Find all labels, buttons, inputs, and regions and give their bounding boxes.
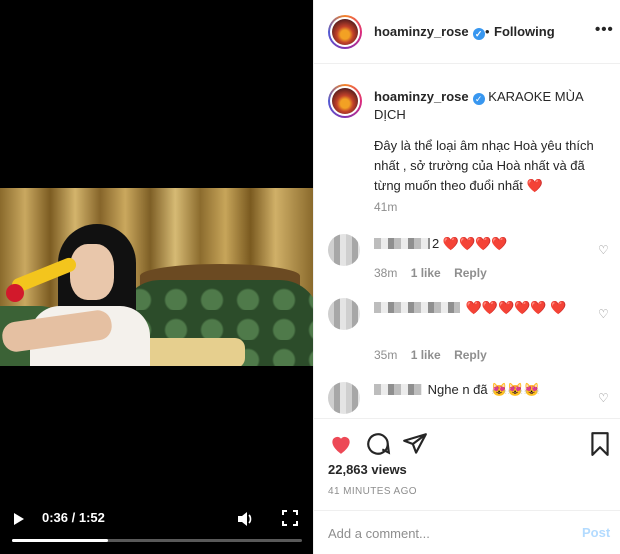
username-suffix: 2 [432,236,440,251]
header-username[interactable]: hoaminzy_rose ✓ [374,24,485,40]
video-player[interactable]: 0:36 / 1:52 [0,0,313,554]
post-timestamp[interactable]: 41 MINUTES AGO [328,486,417,497]
caption-time[interactable]: 41m [374,200,397,214]
verified-icon: ✓ [472,28,485,40]
share-send-icon[interactable] [402,431,428,457]
comment-time[interactable]: 38m [374,266,397,280]
comment-text: ❤️❤️❤️❤️❤️ ❤️ [374,298,589,318]
play-icon[interactable] [14,513,24,525]
caption-username[interactable]: hoaminzy_rose [374,89,469,104]
caption-body-text: Đây là thể loại âm nhạc Hoà yêu thích nh… [374,138,594,193]
comment-text: 2 ❤️❤️❤️❤️ [374,234,589,254]
like-heart-icon[interactable] [328,431,354,457]
comment-likes[interactable]: 1 like [411,348,441,362]
video-progress-fill [12,539,108,542]
heart-emoji: ❤️ [526,178,543,193]
comment-body: Nghe n đã 😻😻😻 [427,382,540,397]
comment-like-icon[interactable]: ♡ [598,392,610,404]
username-text[interactable]: hoaminzy_rose [374,24,469,39]
reply-button[interactable]: Reply [454,348,487,362]
save-bookmark-icon[interactable] [587,431,613,457]
more-options-icon[interactable]: ••• [595,21,614,38]
add-comment-input[interactable] [328,523,558,543]
separator-dot: • [485,24,490,39]
video-frame[interactable] [0,188,313,366]
comment-like-icon[interactable]: ♡ [598,244,610,256]
add-comment-bar: Post [314,510,620,554]
comment-like-icon[interactable]: ♡ [598,308,610,320]
comment-bubble-icon[interactable] [365,431,391,457]
video-timecode: 0:36 / 1:52 [42,510,105,525]
reply-button[interactable]: Reply [454,266,487,280]
fullscreen-icon[interactable] [282,510,298,526]
comment-meta: 35m 1 like Reply [374,348,497,362]
comment-meta: 38m 1 like Reply [374,266,497,280]
video-progress-bar[interactable] [12,539,302,542]
comment-avatar[interactable] [328,382,360,414]
caption-body: Đây là thể loại âm nhạc Hoà yêu thích nh… [374,136,599,196]
comment-username-blurred[interactable] [374,302,460,313]
caption-heading: hoaminzy_rose ✓ KARAOKE MÙA DỊCH [374,88,604,124]
following-button[interactable]: Following [494,24,555,39]
comment-avatar[interactable] [328,298,360,330]
comment-username-blurred[interactable] [374,384,422,395]
comment-time[interactable]: 35m [374,348,397,362]
singer-face [70,244,114,300]
avatar[interactable] [328,84,362,118]
comment-text: Nghe n đã 😻😻😻 [374,380,589,400]
comment-avatar[interactable] [328,234,360,266]
avatar[interactable] [328,15,362,49]
verified-icon: ✓ [472,93,485,105]
video-controls: 0:36 / 1:52 [0,500,313,554]
comment-username-blurred[interactable] [374,238,430,249]
volume-icon[interactable] [236,510,254,528]
microphone-head [6,284,24,302]
post-header: hoaminzy_rose ✓ • Following ••• [314,0,620,64]
comment-likes[interactable]: 1 like [411,266,441,280]
post-comment-button[interactable]: Post [582,525,610,540]
comment-body: ❤️❤️❤️❤️❤️ ❤️ [465,300,567,315]
comment-body: ❤️❤️❤️❤️ [442,236,508,251]
view-count[interactable]: 22,863 views [328,462,407,477]
post-viewer: 0:36 / 1:52 hoaminzy_rose ✓ • Following •… [0,0,620,554]
post-panel: hoaminzy_rose ✓ • Following ••• hoaminzy_… [313,0,620,554]
